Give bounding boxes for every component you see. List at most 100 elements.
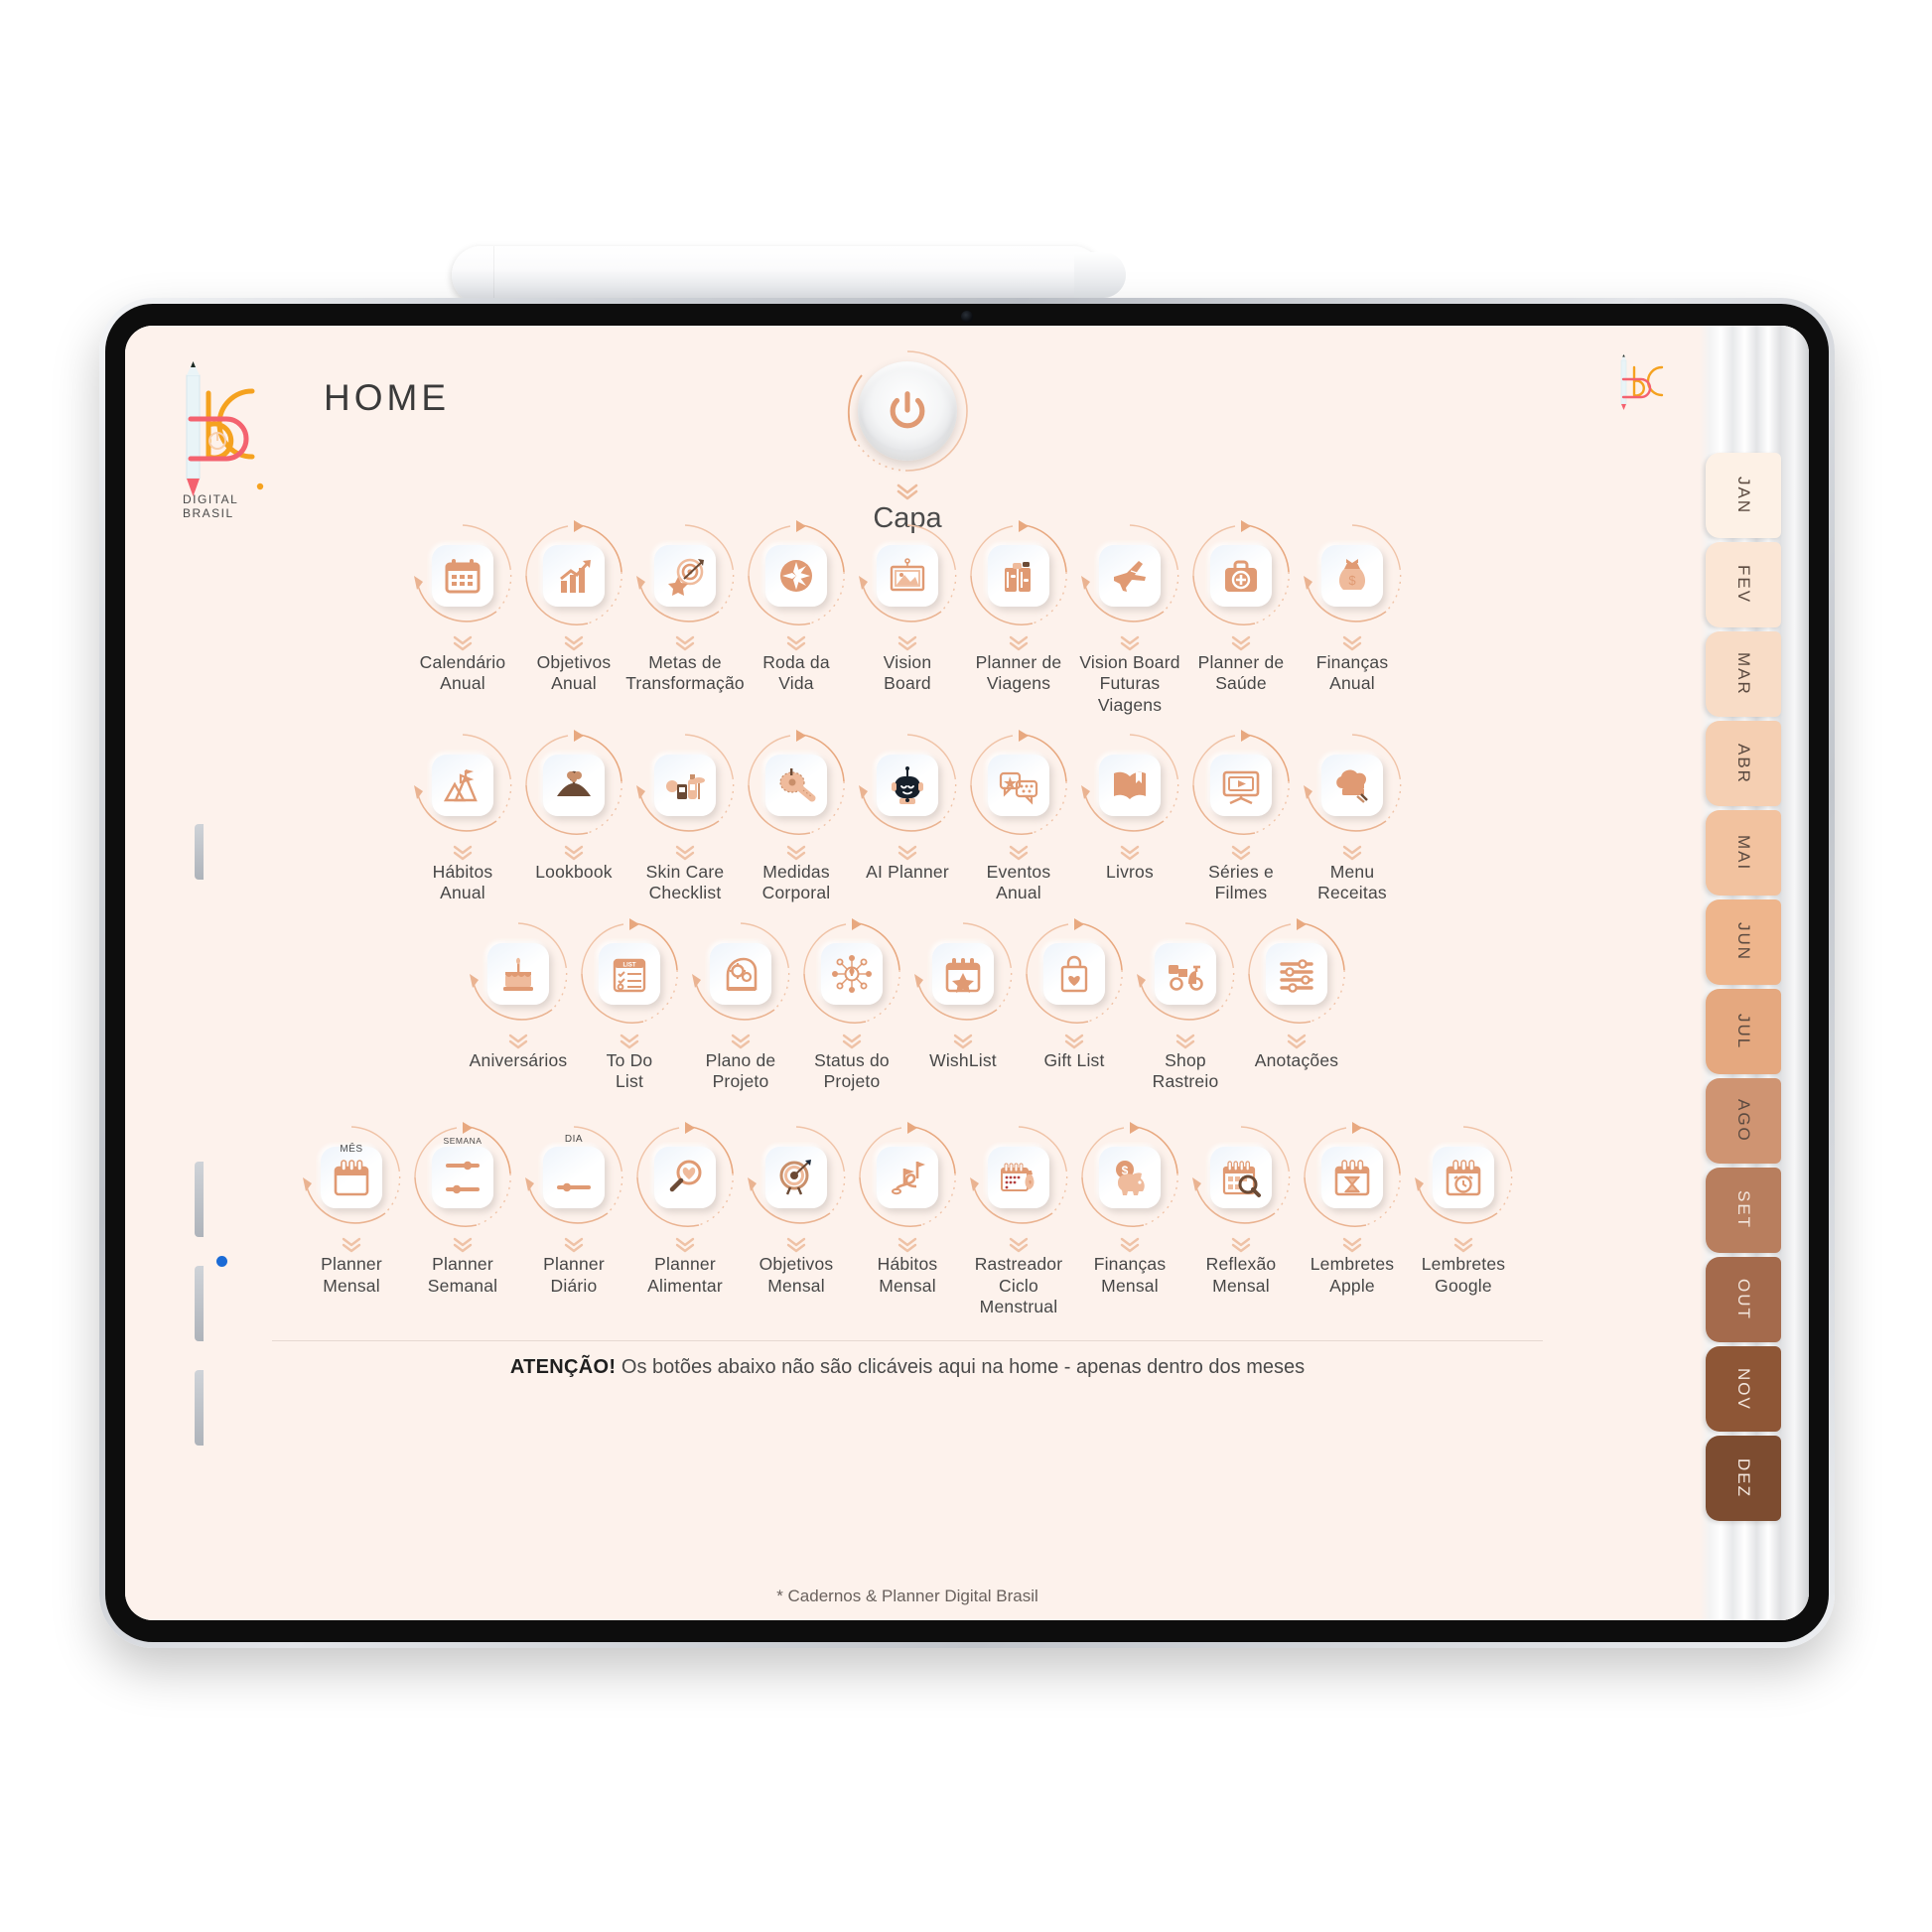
tool-label: Aniversários — [469, 1049, 568, 1070]
tool-button[interactable]: WishList — [907, 918, 1019, 1071]
tool-button[interactable]: Vision Board Futuras Viagens — [1074, 520, 1185, 716]
tablet-device: DIGITAL BRASIL HOME Capa Calendário Anua… — [99, 298, 1835, 1648]
chevron-down-icon — [675, 1238, 695, 1253]
month-tab-ago[interactable]: AGO — [1706, 1078, 1781, 1164]
chevron-down-icon — [786, 1238, 806, 1253]
tool-button[interactable]: Reflexão Mensal — [1185, 1122, 1297, 1297]
month-tab-jun[interactable]: JUN — [1706, 899, 1781, 985]
screenshot-root: DIGITAL BRASIL HOME Capa Calendário Anua… — [0, 0, 1932, 1932]
tool-button[interactable]: Plano de Projeto — [685, 918, 796, 1093]
tool-icon-ring — [741, 1122, 852, 1233]
tool-icon-ring — [407, 730, 518, 841]
month-tab-dez[interactable]: DEZ — [1706, 1436, 1781, 1521]
tool-label: Reflexão Mensal — [1205, 1254, 1277, 1296]
tool-button[interactable]: Calendário Anual — [407, 520, 518, 695]
tool-button[interactable]: Status do Projeto — [796, 917, 907, 1093]
circular-arrow-icon — [414, 1122, 511, 1228]
tool-button[interactable]: Rastreador Ciclo Menstrual — [963, 1122, 1074, 1317]
stylus-pencil — [452, 246, 1126, 304]
tool-button[interactable]: Lembretes Apple — [1297, 1122, 1408, 1297]
tool-button[interactable]: Hábitos Anual — [407, 730, 518, 904]
device-button-left-1[interactable] — [195, 824, 204, 880]
tool-button[interactable]: $ Finanças Anual — [1297, 520, 1408, 695]
tool-button[interactable]: Vision Board — [852, 520, 963, 695]
tool-button[interactable]: Objetivos Anual — [518, 520, 629, 695]
tool-button[interactable]: Aniversários — [463, 918, 574, 1071]
month-tab-label: ABR — [1734, 743, 1753, 784]
tool-button[interactable]: Skin Care Checklist — [629, 730, 741, 904]
circular-arrow-icon — [859, 1122, 956, 1228]
tool-icon-ring — [629, 1122, 741, 1233]
tool-button[interactable]: LIST To Do List — [574, 917, 685, 1093]
month-tab-label: DEZ — [1734, 1458, 1753, 1498]
circular-arrow-icon — [525, 730, 622, 835]
device-button-left-2[interactable] — [195, 1162, 204, 1237]
tool-button[interactable]: Hábitos Mensal — [852, 1122, 963, 1297]
device-button-left-3[interactable] — [195, 1266, 204, 1341]
month-tab-out[interactable]: OUT — [1706, 1257, 1781, 1342]
circular-arrow-icon — [636, 1122, 734, 1228]
month-tab-set[interactable]: SET — [1706, 1168, 1781, 1253]
month-tab-mar[interactable]: MAR — [1706, 631, 1781, 717]
tool-button[interactable]: Gift List — [1019, 917, 1130, 1071]
tool-button[interactable]: AI Planner — [852, 730, 963, 883]
device-button-left-4[interactable] — [195, 1370, 204, 1446]
chevron-down-icon — [675, 845, 695, 861]
circular-arrow-icon — [1081, 524, 1179, 622]
cover-ring-decoration — [842, 345, 973, 477]
circular-arrow-icon — [748, 1126, 846, 1225]
cover-button-group: Capa — [125, 345, 1690, 535]
chevron-down-icon — [1120, 1238, 1140, 1253]
month-tab-abr[interactable]: ABR — [1706, 721, 1781, 806]
tool-button[interactable]: Livros — [1074, 730, 1185, 883]
circular-arrow-icon — [1192, 730, 1290, 835]
tool-button[interactable]: Metas de Transformação — [625, 520, 745, 695]
notice-body: Os botões abaixo não são clicáveis aqui … — [616, 1356, 1306, 1378]
tool-label: Vision Board Futuras Viagens — [1079, 652, 1180, 715]
chevron-down-icon — [897, 483, 918, 500]
circular-arrow-icon — [1248, 917, 1345, 1024]
tool-button[interactable]: Planner Alimentar — [629, 1122, 741, 1297]
month-tab-mai[interactable]: MAI — [1706, 810, 1781, 896]
tool-button[interactable]: Menu Receitas — [1297, 730, 1408, 904]
chevron-down-icon — [786, 635, 806, 651]
tool-icon-ring — [518, 520, 629, 631]
tool-button[interactable]: DIA Planner Diário — [518, 1122, 629, 1297]
month-tab-nov[interactable]: NOV — [1706, 1346, 1781, 1432]
tool-button[interactable]: Eventos Anual — [963, 730, 1074, 904]
circular-arrow-icon — [581, 917, 678, 1024]
tool-button[interactable]: Shop Rastreio — [1130, 918, 1241, 1093]
annual-tools-row-2: Hábitos Anual Lookbook Skin Care Checkli… — [125, 730, 1690, 904]
tool-button[interactable]: Lembretes Google — [1408, 1122, 1519, 1297]
tool-button[interactable]: SEMANA Planner Semanal — [407, 1122, 518, 1297]
tool-button[interactable]: MÊS Planner Mensal — [296, 1122, 407, 1297]
tool-button[interactable]: Roda da Vida — [741, 520, 852, 695]
tool-icon-ring — [852, 1122, 963, 1233]
tool-button[interactable]: Objetivos Mensal — [741, 1122, 852, 1297]
chevron-down-icon — [1231, 635, 1251, 651]
month-tab-jan[interactable]: JAN — [1706, 453, 1781, 538]
tool-button[interactable]: Medidas Corporal — [741, 730, 852, 904]
circular-arrow-icon — [1081, 734, 1179, 832]
chevron-down-icon — [897, 635, 917, 651]
tool-icon-ring: SEMANA — [407, 1122, 518, 1233]
tool-button[interactable]: Lookbook — [518, 730, 629, 883]
tool-button[interactable]: Séries e Filmes — [1185, 730, 1297, 904]
tool-button[interactable]: $ Finanças Mensal — [1074, 1122, 1185, 1297]
chevron-down-icon — [731, 1034, 751, 1048]
tool-label: To Do List — [606, 1049, 653, 1092]
tool-button[interactable]: Anotações — [1241, 917, 1352, 1071]
tool-button[interactable]: Planner de Saúde — [1185, 520, 1297, 695]
tool-icon-ring — [407, 520, 518, 631]
month-tab-fev[interactable]: FEV — [1706, 542, 1781, 627]
monthly-tools-row-4: MÊS Planner Mensal SEMANA Planner Semana… — [125, 1122, 1690, 1317]
front-camera-icon — [961, 311, 973, 323]
tool-label: AI Planner — [866, 862, 949, 883]
chevron-down-icon — [1342, 1238, 1362, 1253]
tool-button[interactable]: Planner de Viagens — [963, 520, 1074, 695]
cover-power-button[interactable] — [858, 361, 957, 461]
tool-label: Finanças Anual — [1315, 652, 1389, 694]
circular-arrow-icon — [1137, 922, 1235, 1021]
tool-label: Livros — [1106, 862, 1154, 883]
month-tab-jul[interactable]: JUL — [1706, 989, 1781, 1074]
